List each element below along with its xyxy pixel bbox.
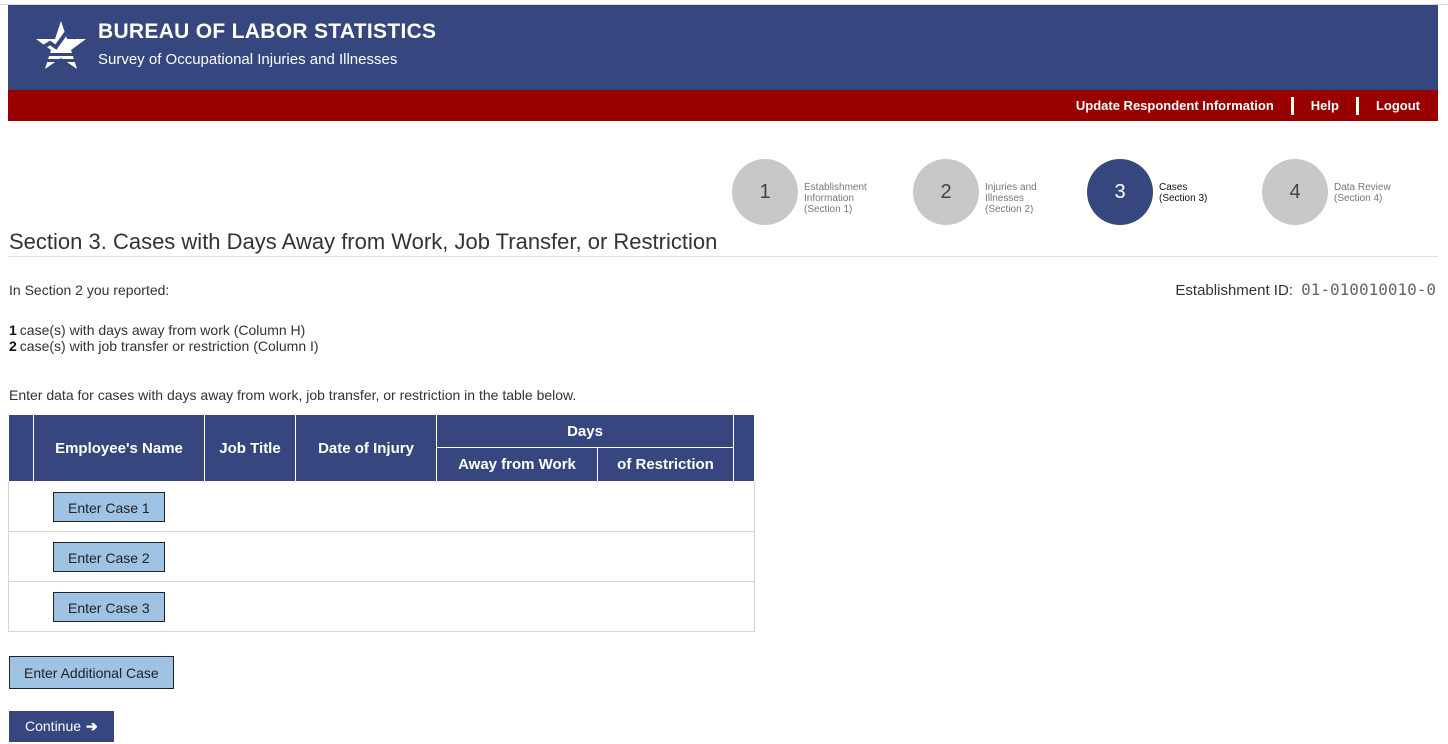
step-2-circle: 2 bbox=[913, 159, 979, 225]
step-1-circle: 1 bbox=[732, 159, 798, 225]
header-days: Days bbox=[436, 414, 734, 448]
step-4-label: Data Review (Section 4) bbox=[1334, 182, 1391, 204]
header-spacer-right bbox=[733, 414, 755, 482]
step-4-circle: 4 bbox=[1262, 159, 1328, 225]
step-3-label: Cases (Section 3) bbox=[1159, 182, 1208, 204]
header-employee-name: Employee's Name bbox=[33, 414, 205, 482]
enter-case-2-button[interactable]: Enter Case 2 bbox=[53, 541, 165, 572]
help-link[interactable]: Help bbox=[1311, 98, 1339, 113]
header-job-title: Job Title bbox=[204, 414, 296, 482]
agency-title: BUREAU OF LABOR STATISTICS bbox=[98, 20, 437, 43]
arrow-right-icon: ➔ bbox=[86, 718, 98, 734]
table-row: Enter Case 1 bbox=[8, 481, 755, 532]
bls-star-logo-icon bbox=[36, 21, 86, 69]
nav-divider bbox=[1290, 96, 1294, 115]
continue-label: Continue bbox=[25, 718, 82, 734]
step-1-label: Establishment Information (Section 1) bbox=[804, 182, 867, 215]
survey-subtitle: Survey of Occupational Injuries and Illn… bbox=[98, 51, 398, 68]
continue-button[interactable]: Continue ➔ bbox=[9, 711, 114, 742]
cases-table: Employee's Name Job Title Date of Injury… bbox=[8, 414, 755, 632]
table-row: Enter Case 2 bbox=[8, 531, 755, 582]
enter-case-3-button[interactable]: Enter Case 3 bbox=[53, 591, 165, 622]
table-row: Enter Case 3 bbox=[8, 581, 755, 632]
instructions-text: Enter data for cases with days away from… bbox=[9, 387, 577, 403]
reported-counts: 1 case(s) with days away from work (Colum… bbox=[9, 322, 319, 354]
header-of-restriction: of Restriction bbox=[597, 447, 734, 482]
count-restriction: 2 case(s) with job transfer or restrictio… bbox=[9, 338, 319, 354]
nav-bar: Update Respondent Information Help Logou… bbox=[8, 90, 1438, 121]
site-header: BUREAU OF LABOR STATISTICS Survey of Occ… bbox=[8, 5, 1438, 90]
step-2-label: Injuries and Illnesses (Section 2) bbox=[985, 182, 1037, 215]
header-away-from-work: Away from Work bbox=[436, 447, 598, 482]
nav-divider bbox=[1355, 96, 1359, 115]
page-title: Section 3. Cases with Days Away from Wor… bbox=[9, 229, 718, 254]
step-3-circle: 3 bbox=[1087, 159, 1153, 225]
nav-links: Update Respondent Information Help Logou… bbox=[1076, 90, 1420, 121]
logout-link[interactable]: Logout bbox=[1376, 98, 1420, 113]
intro-text: In Section 2 you reported: bbox=[9, 282, 170, 298]
establishment-id: Establishment ID: 01-010010010-0 bbox=[1175, 280, 1436, 299]
establishment-value: 01-010010010-0 bbox=[1301, 280, 1436, 299]
count-days-away: 1 case(s) with days away from work (Colum… bbox=[9, 322, 306, 338]
title-divider bbox=[8, 256, 1438, 257]
establishment-label: Establishment ID: bbox=[1175, 282, 1293, 299]
update-respondent-link[interactable]: Update Respondent Information bbox=[1076, 98, 1274, 113]
header-date-of-injury: Date of Injury bbox=[295, 414, 437, 482]
enter-case-1-button[interactable]: Enter Case 1 bbox=[53, 491, 165, 522]
enter-additional-case-button[interactable]: Enter Additional Case bbox=[9, 656, 174, 689]
header-spacer-left bbox=[8, 414, 34, 482]
